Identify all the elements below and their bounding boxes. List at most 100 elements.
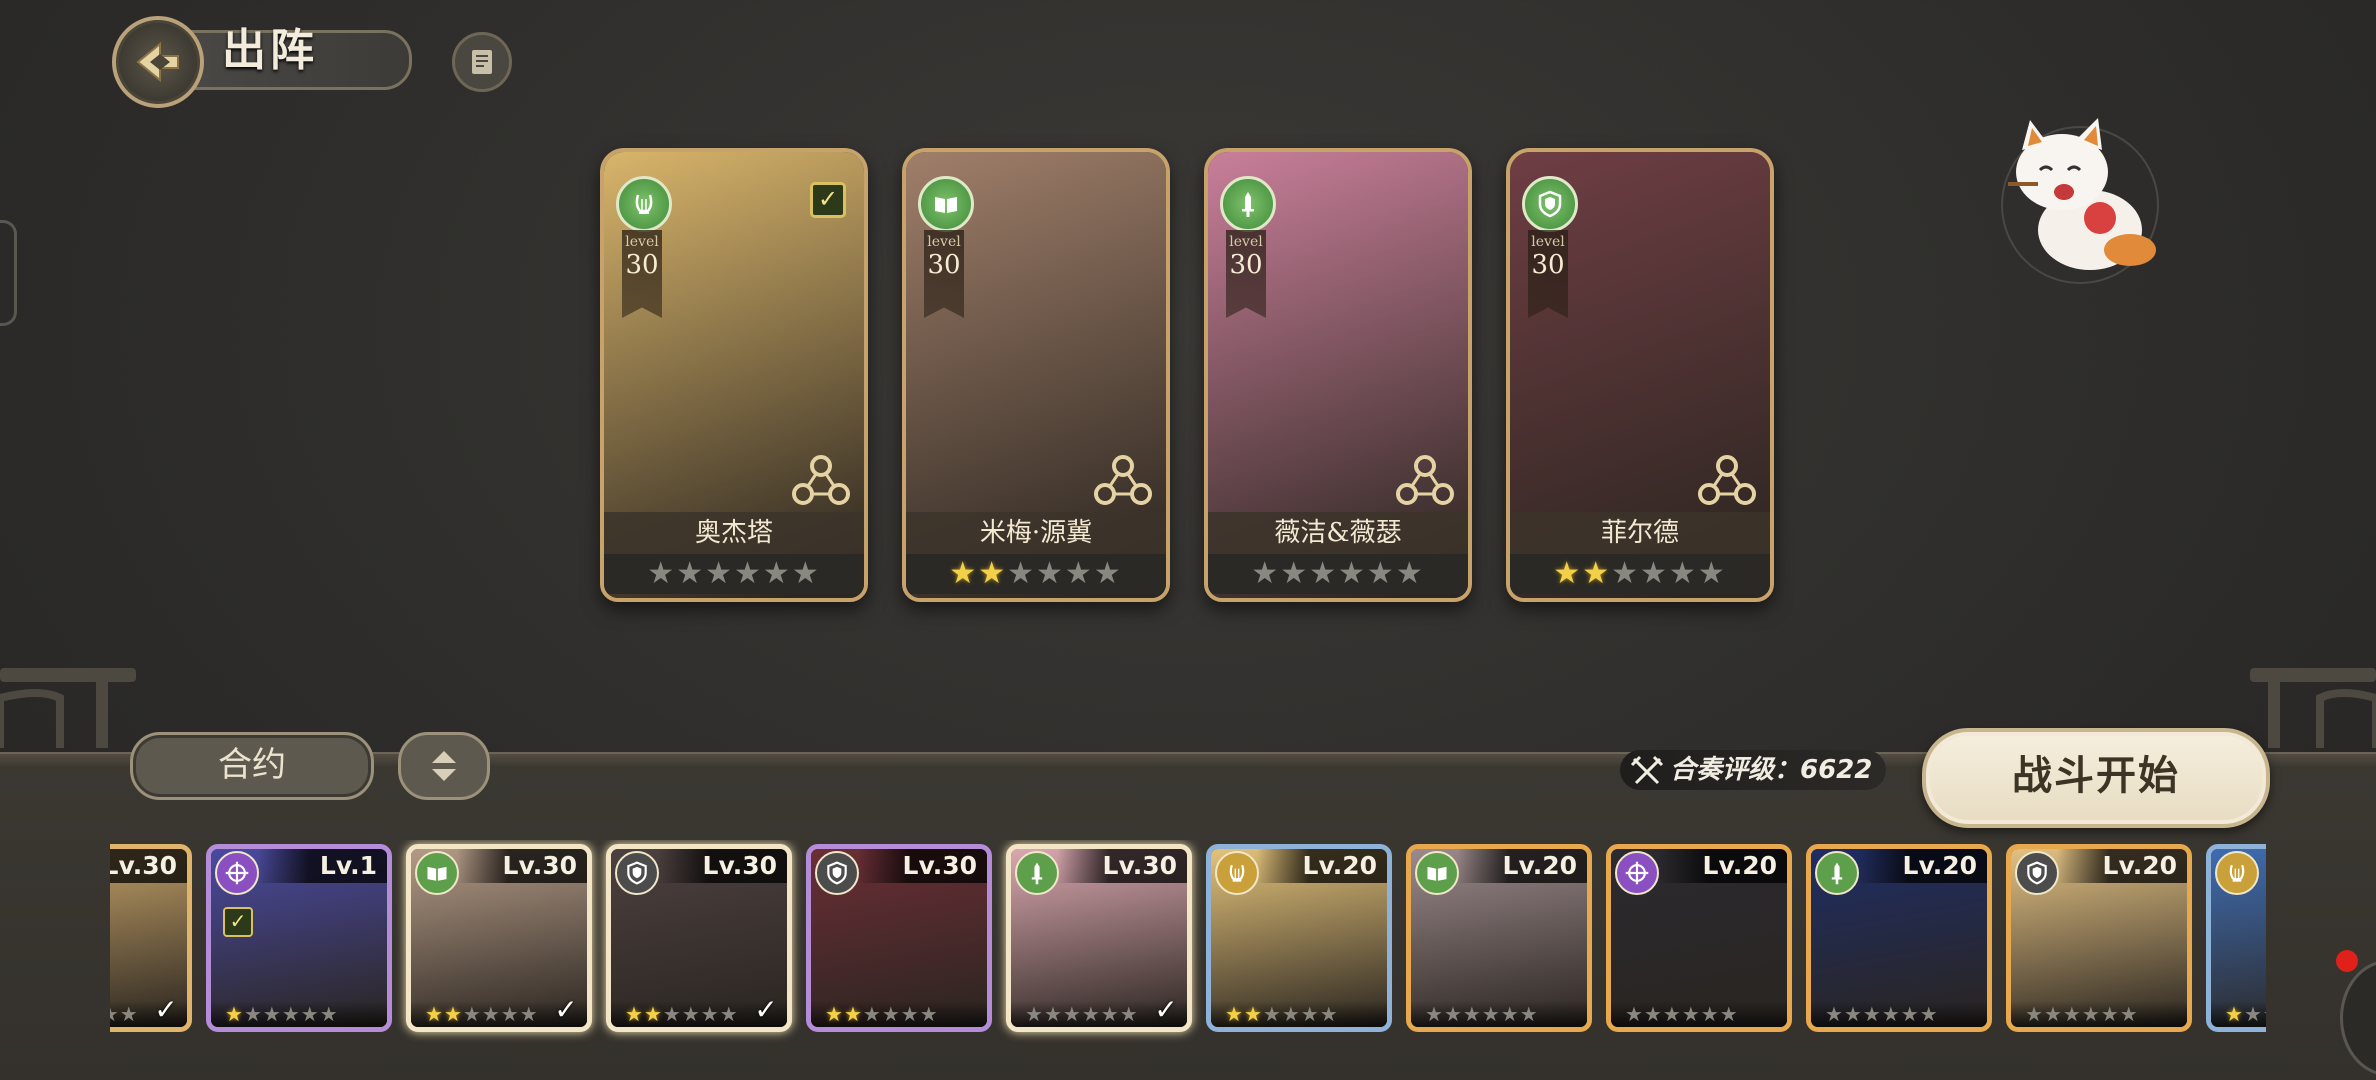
character-roster[interactable]: Lv.30 ★★★★★★ ✓ Lv.1 ✓ ★★★★★★ Lv.30 ★★★★★… <box>110 840 2266 1050</box>
star-rating: ★★★★★★ <box>1208 554 1468 594</box>
shield-icon <box>1522 176 1578 232</box>
character-name: 奥杰塔 <box>604 512 864 554</box>
shield-icon <box>815 851 859 895</box>
level-badge: level 30 <box>1226 230 1266 318</box>
roster-card[interactable]: Lv.30 ★★★★★★ <box>806 844 992 1032</box>
team-card[interactable]: level 30 米梅·源冀 ★★★★★★ <box>902 148 1170 602</box>
shield-icon <box>615 851 659 895</box>
roster-level: Lv.20 <box>1857 849 1987 883</box>
crossed-swords-icon <box>1630 755 1664 785</box>
roster-card[interactable]: Lv.20 ★★★★★★ <box>1406 844 1592 1032</box>
cat-mascot-button[interactable] <box>1980 110 2180 290</box>
star-rating: ★★★★★★ <box>1411 1001 1587 1027</box>
sort-filter-button[interactable]: 合约 <box>130 732 374 800</box>
shield-icon <box>2015 851 2059 895</box>
right-archway-decor <box>2250 668 2376 748</box>
ensemble-rating: 合奏评级：6622 <box>1620 750 1886 790</box>
level-label: level <box>927 234 961 250</box>
resonance-icon[interactable] <box>790 452 852 508</box>
team-formation: level 30 ✓ 奥杰塔 ★★★★★★ level 30 米梅·源冀 ★★★… <box>600 148 1774 602</box>
level-value: 30 <box>1229 250 1263 280</box>
notification-dot <box>2336 950 2358 972</box>
lyre-icon <box>1215 851 1259 895</box>
selected-check-icon: ✓ <box>154 993 178 1026</box>
level-badge: level 30 <box>622 230 662 318</box>
star-rating: ★★★★★★ <box>211 1001 387 1027</box>
level-label: level <box>625 234 659 250</box>
resonance-icon[interactable] <box>1696 452 1758 508</box>
level-label: level <box>1531 234 1565 250</box>
star-rating: ★★★★★★ <box>1510 554 1770 594</box>
roster-card[interactable]: Lv.20 ★★★★★★ <box>1206 844 1392 1032</box>
back-emblem-icon <box>136 41 179 83</box>
roster-card[interactable]: Lv.30 ★★★★★★ ✓ <box>1006 844 1192 1032</box>
roster-card[interactable]: ★★★★★★ <box>2206 844 2266 1032</box>
crosshair-icon <box>1615 851 1659 895</box>
roster-card[interactable]: Lv.20 ★★★★★★ <box>1606 844 1792 1032</box>
lyre-icon <box>2215 851 2259 895</box>
roster-level: Lv.30 <box>857 849 987 883</box>
character-name: 米梅·源冀 <box>906 512 1166 554</box>
star-rating: ★★★★★★ <box>1211 1001 1387 1027</box>
roster-level: Lv.30 <box>657 849 787 883</box>
star-rating: ★★★★★★ <box>811 1001 987 1027</box>
star-rating: ★★★★★★ <box>1811 1001 1987 1027</box>
level-value: 30 <box>625 250 659 280</box>
roster-card[interactable]: Lv.30 ★★★★★★ ✓ <box>406 844 592 1032</box>
level-value: 30 <box>927 250 961 280</box>
team-card[interactable]: level 30 菲尔德 ★★★★★★ <box>1506 148 1774 602</box>
roster-card[interactable]: Lv.20 ★★★★★★ <box>1806 844 1992 1032</box>
checkmark-icon: ✓ <box>810 182 846 218</box>
lyre-icon <box>616 176 672 232</box>
selected-check-icon: ✓ <box>1154 993 1178 1026</box>
level-badge: level 30 <box>924 230 964 318</box>
sword-icon <box>1015 851 1059 895</box>
roster-card[interactable]: Lv.30 ★★★★★★ ✓ <box>110 844 192 1032</box>
resonance-icon[interactable] <box>1394 452 1456 508</box>
star-rating: ★★★★★★ <box>906 554 1166 594</box>
star-rating: ★★★★★★ <box>2211 1001 2266 1027</box>
roster-level: Lv.20 <box>1657 849 1787 883</box>
formation-info-button[interactable] <box>452 32 512 92</box>
roster-level: Lv.30 <box>457 849 587 883</box>
character-name: 薇洁&薇瑟 <box>1208 512 1468 554</box>
level-badge: level 30 <box>1528 230 1568 318</box>
selected-check-icon: ✓ <box>554 993 578 1026</box>
page-title: 出阵 <box>222 25 318 76</box>
sword-icon <box>1815 851 1859 895</box>
roster-card[interactable]: Lv.30 ★★★★★★ ✓ <box>606 844 792 1032</box>
sort-order-icon <box>432 751 456 781</box>
crosshair-icon <box>215 851 259 895</box>
team-card[interactable]: level 30 薇洁&薇瑟 ★★★★★★ <box>1204 148 1472 602</box>
left-archway-decor <box>0 668 140 748</box>
roster-level: Lv.20 <box>1257 849 1387 883</box>
selected-check-icon: ✓ <box>754 993 778 1026</box>
roster-level: Lv.1 <box>257 849 387 883</box>
book-icon <box>415 851 459 895</box>
star-rating: ★★★★★★ <box>2011 1001 2187 1027</box>
level-label: level <box>1229 234 1263 250</box>
back-button[interactable] <box>112 16 204 108</box>
checkmark-icon: ✓ <box>223 907 253 937</box>
sort-order-button[interactable] <box>398 732 490 800</box>
cat-mascot-icon <box>2001 118 2159 284</box>
book-icon <box>1415 851 1459 895</box>
star-rating: ★★★★★★ <box>604 554 864 594</box>
roster-card[interactable]: Lv.1 ✓ ★★★★★★ <box>206 844 392 1032</box>
roster-level: Lv.20 <box>2057 849 2187 883</box>
character-name: 菲尔德 <box>1510 512 1770 554</box>
level-value: 30 <box>1531 250 1565 280</box>
resonance-icon[interactable] <box>1092 452 1154 508</box>
star-rating: ★★★★★★ <box>1611 1001 1787 1027</box>
sword-icon <box>1220 176 1276 232</box>
roster-level: Lv.30 <box>110 849 187 883</box>
side-panel-handle[interactable] <box>0 220 17 326</box>
start-battle-button[interactable]: 战斗开始 <box>1922 728 2270 828</box>
team-card[interactable]: level 30 ✓ 奥杰塔 ★★★★★★ <box>600 148 868 602</box>
document-icon <box>472 50 492 74</box>
roster-level: Lv.30 <box>1057 849 1187 883</box>
roster-level: Lv.20 <box>1457 849 1587 883</box>
roster-card[interactable]: Lv.20 ★★★★★★ <box>2006 844 2192 1032</box>
rating-value: 合奏评级：6622 <box>1670 755 1873 785</box>
book-icon <box>918 176 974 232</box>
